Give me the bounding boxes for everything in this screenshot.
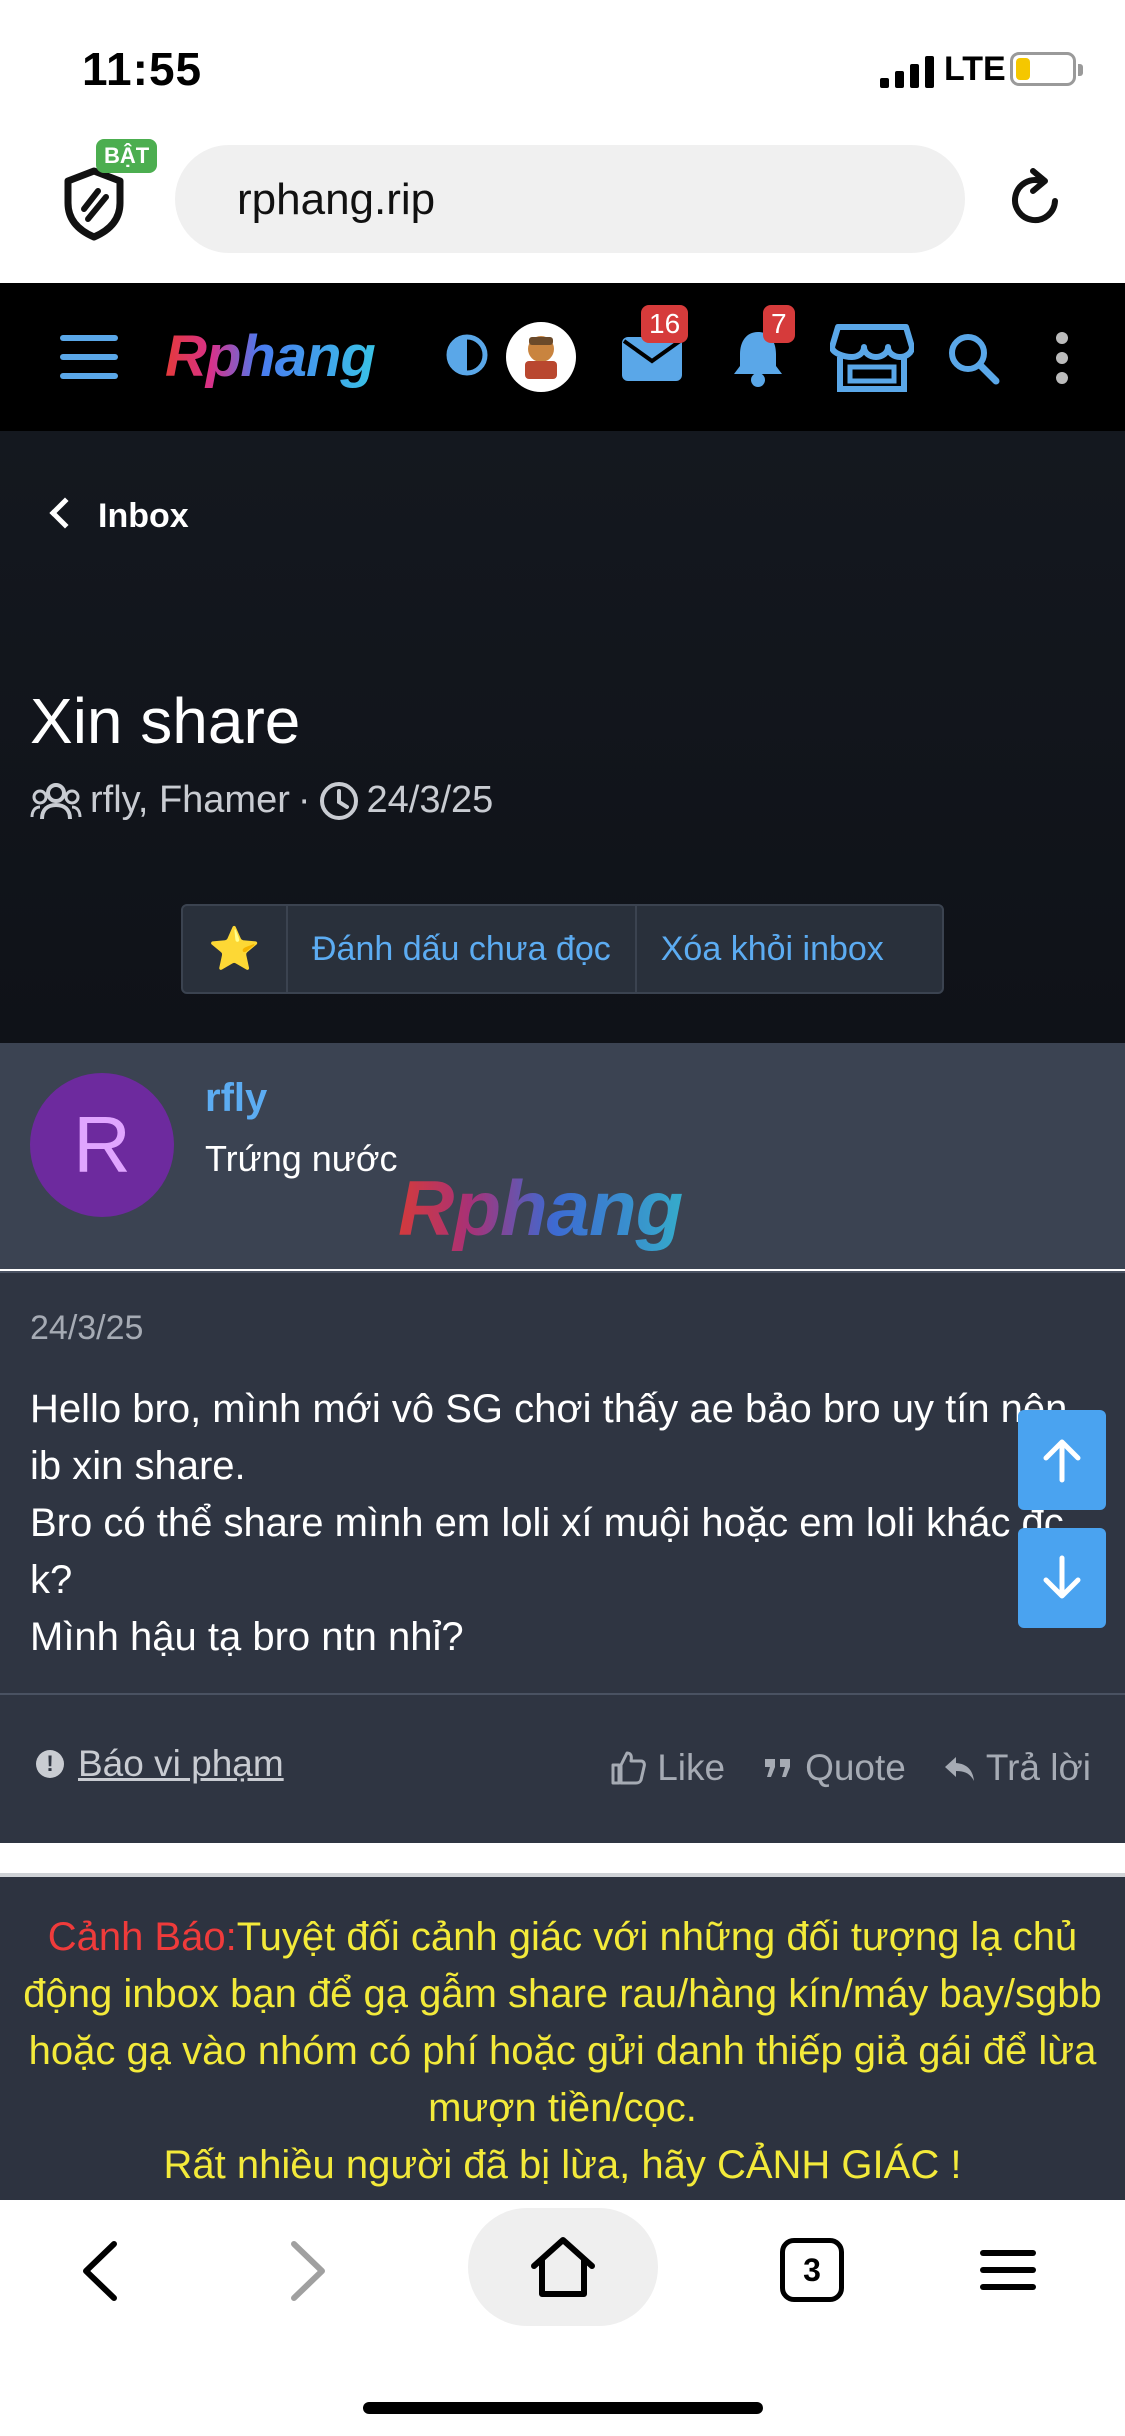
arrow-down-icon: [1043, 1555, 1081, 1599]
status-time: 11:55: [82, 43, 203, 95]
quote-button[interactable]: Quote: [761, 1747, 906, 1789]
cellular-signal-icon: [880, 56, 934, 88]
message-date[interactable]: 24/3/25: [30, 1309, 143, 1348]
site-header: Rphang 16 7: [0, 283, 1125, 431]
author-title: Trứng nước: [205, 1138, 398, 1179]
home-button[interactable]: [468, 2208, 658, 2326]
forward-arrow-icon[interactable]: [286, 2240, 330, 2302]
reply-icon: [944, 1757, 974, 1781]
reply-label: Trả lời: [985, 1747, 1091, 1788]
quote-label: Quote: [805, 1747, 906, 1788]
quote-icon: [765, 1759, 791, 1777]
arrow-up-icon: [1043, 1439, 1081, 1483]
user-avatar[interactable]: [505, 321, 577, 393]
search-icon[interactable]: [946, 331, 1000, 385]
back-label: Inbox: [98, 497, 189, 535]
home-icon: [531, 2237, 595, 2297]
message-actions: ! Báo vi phạm Like Quote Trả lời: [0, 1693, 1125, 1843]
tabs-button[interactable]: 3: [780, 2238, 844, 2302]
clock-icon: [319, 781, 358, 820]
exclamation-icon: !: [36, 1750, 64, 1778]
menu-icon-browser[interactable]: [980, 2246, 1036, 2294]
users-icon: [30, 782, 82, 819]
like-label: Like: [657, 1747, 726, 1788]
chevron-left-icon: [49, 497, 81, 529]
battery-icon: [1010, 52, 1083, 86]
reload-icon[interactable]: [1003, 167, 1067, 231]
meta-separator: ·: [297, 779, 311, 821]
author-username[interactable]: rfly: [205, 1076, 267, 1121]
page-title: Xin share: [30, 685, 301, 757]
shield-icon[interactable]: [62, 165, 126, 241]
report-label: Báo vi phạm: [78, 1743, 284, 1784]
delete-from-inbox-button[interactable]: Xóa khỏi inbox: [637, 906, 908, 992]
scroll-up-button[interactable]: [1018, 1410, 1106, 1510]
status-bar: 11:55 LTE: [0, 0, 1125, 135]
message-body: 24/3/25 Hello bro, mình mới vô SG chơi t…: [0, 1271, 1125, 1693]
reply-button[interactable]: Trả lời: [942, 1747, 1091, 1789]
browser-toolbar: BẬT rphang.rip: [0, 135, 1125, 283]
reaction-actions: Like Quote Trả lời: [609, 1747, 1091, 1789]
mark-unread-button[interactable]: Đánh dấu chưa đọc: [288, 906, 637, 992]
back-to-inbox-link[interactable]: Inbox: [49, 497, 189, 536]
store-icon[interactable]: [830, 321, 914, 395]
more-options-icon[interactable]: [1052, 331, 1072, 385]
conversation-header: Inbox Xin share rfly, Fhamer · 24/3/25 ⭐…: [0, 431, 1125, 1043]
thumbs-up-icon: [611, 1751, 647, 1785]
home-indicator[interactable]: [363, 2402, 763, 2414]
scam-warning-banner: Cảnh Báo:Tuyệt đối cảnh giác với những đ…: [0, 1877, 1125, 2200]
browser-bottom-bar: 3: [0, 2200, 1125, 2436]
watermark-logo: Rphang: [398, 1164, 683, 1252]
theme-toggle-icon[interactable]: [445, 333, 489, 377]
messages-badge: 16: [641, 305, 689, 343]
star-button[interactable]: ⭐: [183, 906, 288, 992]
menu-icon[interactable]: [60, 335, 118, 379]
message-author: R rfly Trứng nước Rphang: [0, 1043, 1125, 1269]
warning-line2: Rất nhiều người đã bị lừa, hãy CẢNH GIÁC…: [163, 2143, 962, 2187]
back-arrow-icon[interactable]: [78, 2240, 122, 2302]
conversation-date: 24/3/25: [366, 779, 494, 821]
shield-status-badge: BẬT: [96, 139, 158, 173]
author-avatar[interactable]: R: [30, 1073, 174, 1217]
url-text: rphang.rip: [237, 175, 436, 224]
alerts-badge: 7: [763, 305, 795, 343]
conversation-meta: rfly, Fhamer · 24/3/25: [30, 779, 493, 822]
conversation-actions: ⭐ Đánh dấu chưa đọc Xóa khỏi inbox: [181, 904, 944, 994]
network-type: LTE: [944, 50, 1006, 88]
warning-prefix: Cảnh Báo:: [47, 1915, 237, 1959]
url-bar[interactable]: rphang.rip: [175, 145, 965, 253]
divider: [0, 1843, 1125, 1877]
scroll-down-button[interactable]: [1018, 1528, 1106, 1628]
site-logo[interactable]: Rphang: [165, 323, 376, 390]
participants: rfly, Fhamer: [90, 779, 290, 821]
like-button[interactable]: Like: [609, 1747, 725, 1789]
report-link[interactable]: ! Báo vi phạm: [36, 1743, 284, 1785]
message-text: Hello bro, mình mới vô SG chơi thấy ae b…: [30, 1387, 1068, 1659]
